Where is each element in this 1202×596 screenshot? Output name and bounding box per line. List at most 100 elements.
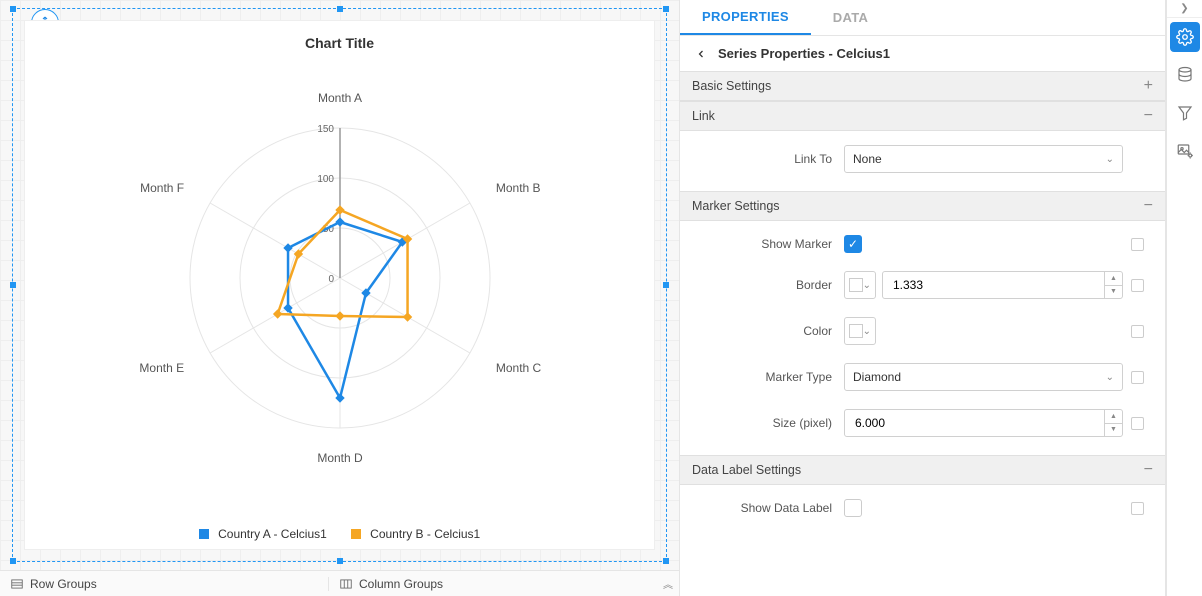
image-gear-icon: [1176, 142, 1194, 160]
collapse-icon: −: [1144, 198, 1153, 214]
legend-label-b: Country B - Celcius1: [370, 527, 480, 541]
rows-icon: [10, 577, 24, 591]
legend-item-b: Country B - Celcius1: [351, 527, 480, 541]
spinner-down[interactable]: ▼: [1105, 423, 1122, 437]
chevron-down-icon: ⌄: [863, 326, 871, 337]
breadcrumb: Series Properties - Celcius1: [680, 36, 1165, 71]
rail-data[interactable]: [1170, 60, 1200, 90]
row-groups[interactable]: Row Groups: [0, 577, 328, 591]
tab-properties[interactable]: PROPERTIES: [680, 0, 811, 35]
svg-text:Month D: Month D: [317, 451, 363, 465]
svg-text:Month A: Month A: [317, 91, 361, 105]
panel-tabs: PROPERTIES DATA: [680, 0, 1165, 36]
svg-text:0: 0: [328, 274, 334, 285]
resize-handle-mr[interactable]: [663, 282, 669, 288]
marker-color-select[interactable]: ⌄: [844, 317, 876, 345]
chart-surface[interactable]: Chart Title 050100150Month AMonth BMonth…: [24, 20, 655, 550]
border-width-input[interactable]: ▲ ▼: [882, 271, 1123, 299]
show-marker-checkbox[interactable]: ✓: [844, 235, 862, 253]
override-checkbox[interactable]: [1131, 325, 1144, 338]
svg-text:150: 150: [317, 124, 334, 135]
size-input[interactable]: ▲ ▼: [844, 409, 1123, 437]
section-link[interactable]: Link −: [680, 101, 1165, 131]
back-button[interactable]: [694, 47, 708, 61]
rail-collapse[interactable]: ❯: [1167, 0, 1202, 18]
svg-text:100: 100: [317, 174, 334, 185]
border-width-value[interactable]: [883, 272, 1104, 298]
section-basic-settings[interactable]: Basic Settings +: [680, 71, 1165, 101]
collapse-icon: −: [1144, 462, 1153, 478]
override-checkbox[interactable]: [1131, 371, 1144, 384]
column-groups[interactable]: Column Groups: [328, 577, 657, 591]
tab-data[interactable]: DATA: [811, 0, 890, 35]
chevron-down-icon: ⌄: [1106, 154, 1114, 165]
gear-icon: [1176, 28, 1194, 46]
radar-chart: 050100150Month AMonth BMonth CMonth DMon…: [35, 53, 644, 523]
marker-type-value: Diamond: [853, 370, 901, 384]
filter-icon: [1176, 104, 1194, 122]
rail-image[interactable]: [1170, 136, 1200, 166]
link-to-value: None: [853, 152, 882, 166]
resize-handle-br[interactable]: [663, 558, 669, 564]
show-data-label-checkbox[interactable]: [844, 499, 862, 517]
section-link-title: Link: [692, 109, 715, 123]
database-icon: [1176, 66, 1194, 84]
section-basic-title: Basic Settings: [692, 79, 771, 93]
color-label: Color: [694, 324, 844, 338]
resize-handle-bl[interactable]: [10, 558, 16, 564]
legend-swatch-a: [199, 529, 209, 539]
border-color-swatch: [849, 278, 863, 292]
resize-handle-ml[interactable]: [10, 282, 16, 288]
marker-type-select[interactable]: Diamond ⌄: [844, 363, 1123, 391]
link-to-label: Link To: [694, 152, 844, 166]
legend-item-a: Country A - Celcius1: [199, 527, 327, 541]
legend: Country A - Celcius1 Country B - Celcius…: [199, 523, 480, 543]
section-marker-settings[interactable]: Marker Settings −: [680, 191, 1165, 221]
override-checkbox[interactable]: [1131, 502, 1144, 515]
expand-icon: +: [1144, 78, 1153, 94]
spinner-down[interactable]: ▼: [1105, 285, 1122, 299]
chevron-down-icon: ⌄: [863, 280, 871, 291]
resize-handle-tl[interactable]: [10, 6, 16, 12]
resize-handle-tr[interactable]: [663, 6, 669, 12]
chart-title: Chart Title: [305, 35, 374, 51]
border-color-select[interactable]: ⌄: [844, 271, 876, 299]
size-label: Size (pixel): [694, 416, 844, 430]
svg-text:Month B: Month B: [495, 181, 540, 195]
legend-swatch-b: [351, 529, 361, 539]
groups-bar: Row Groups Column Groups ︽: [0, 570, 679, 596]
row-groups-label: Row Groups: [30, 577, 97, 591]
resize-handle-tm[interactable]: [337, 6, 343, 12]
design-canvas[interactable]: Chart Title 050100150Month AMonth BMonth…: [0, 0, 679, 570]
override-checkbox[interactable]: [1131, 238, 1144, 251]
collapse-groups-icon[interactable]: ︽: [657, 576, 679, 591]
resize-handle-bm[interactable]: [337, 558, 343, 564]
tool-rail: ❯: [1166, 0, 1202, 596]
radar-svg: 050100150Month AMonth BMonth CMonth DMon…: [60, 53, 620, 473]
border-label: Border: [694, 278, 844, 292]
rail-properties[interactable]: [1170, 22, 1200, 52]
chevron-down-icon: ⌄: [1106, 372, 1114, 383]
spinner-up[interactable]: ▲: [1105, 272, 1122, 285]
override-checkbox[interactable]: [1131, 279, 1144, 292]
spinner-up[interactable]: ▲: [1105, 410, 1122, 423]
section-data-label-title: Data Label Settings: [692, 463, 801, 477]
collapse-icon: −: [1144, 108, 1153, 124]
columns-icon: [339, 577, 353, 591]
section-data-label-settings[interactable]: Data Label Settings −: [680, 455, 1165, 485]
column-groups-label: Column Groups: [359, 577, 443, 591]
size-value[interactable]: [845, 410, 1104, 436]
show-data-label-label: Show Data Label: [694, 501, 844, 515]
override-checkbox[interactable]: [1131, 417, 1144, 430]
svg-text:Month F: Month F: [140, 181, 184, 195]
breadcrumb-title: Series Properties - Celcius1: [718, 46, 890, 61]
link-to-select[interactable]: None ⌄: [844, 145, 1123, 173]
marker-type-label: Marker Type: [694, 370, 844, 384]
show-marker-label: Show Marker: [694, 237, 844, 251]
marker-color-swatch: [849, 324, 863, 338]
svg-text:Month C: Month C: [495, 361, 541, 375]
svg-text:Month E: Month E: [139, 361, 184, 375]
legend-label-a: Country A - Celcius1: [218, 527, 327, 541]
section-marker-title: Marker Settings: [692, 199, 780, 213]
rail-filter[interactable]: [1170, 98, 1200, 128]
